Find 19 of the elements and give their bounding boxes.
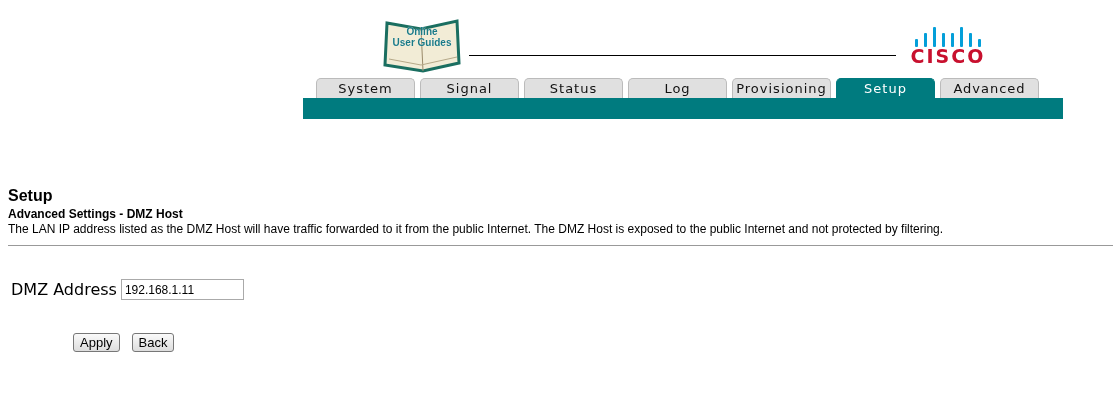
nav-tab[interactable]: Provisioning [732, 78, 831, 98]
bars-logo-icon [915, 27, 981, 47]
nav-tab[interactable]: Advanced [940, 78, 1039, 98]
logo-text: User Guides [391, 37, 453, 48]
nav-tab[interactable]: Status [524, 78, 623, 98]
logo-text: Online [405, 26, 439, 37]
book-icon [381, 19, 463, 73]
description: The LAN IP address listed as the DMZ Host will have traffic forwarded to it from the public Internet. The DMZ Host is exposed to the public Internet and not protected by filtering. [8, 221, 945, 237]
back-button[interactable]: Back [131, 333, 175, 352]
field-label: DMZ Address [11, 280, 117, 299]
nav-tab[interactable]: Log [628, 78, 727, 98]
nav-tab[interactable]: Setup [836, 78, 935, 98]
nav-tab[interactable]: Signal [420, 78, 519, 98]
section-title: Advanced Settings - DMZ Host [8, 207, 184, 221]
brand-logo: CISCO [910, 47, 986, 65]
dmz-address-field[interactable]: 192.168.1.11 [120, 279, 244, 300]
page-title: Setup [8, 187, 54, 205]
nav-tab[interactable]: System [316, 78, 415, 98]
apply-button[interactable]: Apply [73, 333, 120, 352]
